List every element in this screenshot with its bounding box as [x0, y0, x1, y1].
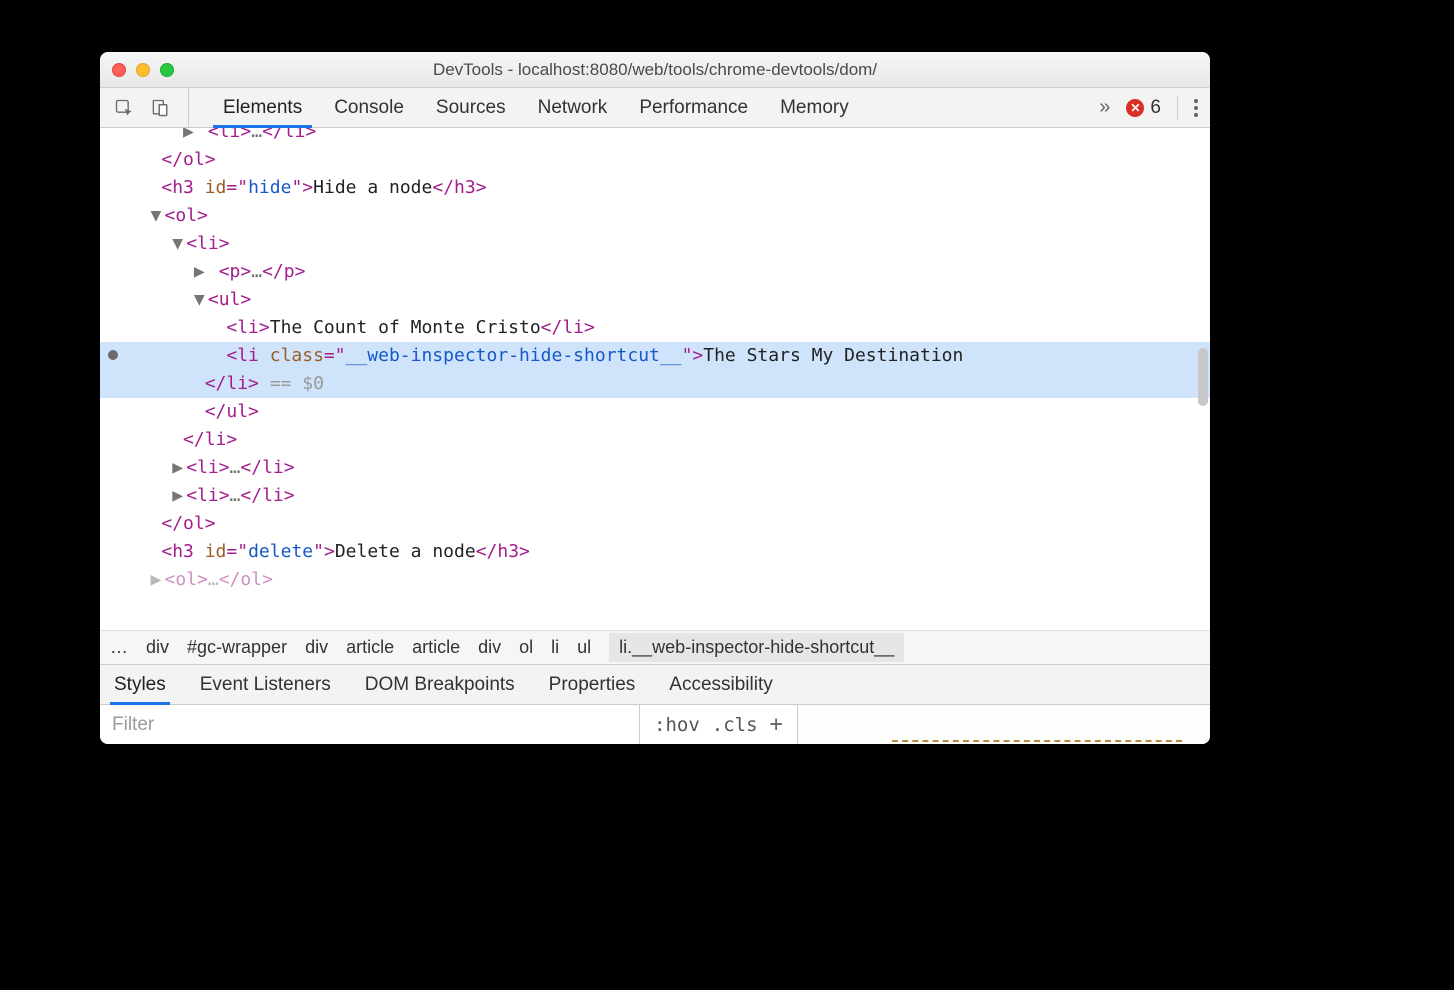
dom-row[interactable]: ▼<ul> [100, 286, 1210, 314]
dom-row[interactable]: <h3 id="delete">Delete a node</h3> [100, 538, 1210, 566]
crumb-ellipsis[interactable]: … [110, 637, 128, 658]
crumb[interactable]: #gc-wrapper [187, 637, 287, 658]
dom-row[interactable]: ▼<li> [100, 230, 1210, 258]
main-toolbar: Elements Console Sources Network Perform… [100, 88, 1210, 128]
crumb[interactable]: ul [577, 637, 591, 658]
tab-accessibility[interactable]: Accessibility [669, 665, 772, 704]
window-title: DevTools - localhost:8080/web/tools/chro… [100, 60, 1210, 80]
tab-properties[interactable]: Properties [549, 665, 636, 704]
divider [1177, 96, 1178, 120]
styles-filter-bar: :hov .cls + [100, 704, 1210, 744]
crumb[interactable]: ol [519, 637, 533, 658]
tab-elements[interactable]: Elements [207, 88, 318, 127]
crumb[interactable]: article [346, 637, 394, 658]
error-count-badge[interactable]: ✕ 6 [1126, 97, 1161, 119]
tab-event-listeners[interactable]: Event Listeners [200, 665, 331, 704]
dom-row[interactable]: ▶ <p>…</p> [100, 258, 1210, 286]
minimize-window-icon[interactable] [136, 63, 150, 77]
dom-row[interactable]: ▶<li>…</li> [100, 454, 1210, 482]
dom-row[interactable]: ▼<ol> [100, 202, 1210, 230]
dom-breadcrumb: … div #gc-wrapper div article article di… [100, 630, 1210, 664]
more-panels-icon[interactable]: » [1099, 96, 1110, 119]
styles-filter-input[interactable] [100, 705, 640, 744]
box-model-area [798, 705, 1210, 744]
error-icon: ✕ [1126, 99, 1144, 117]
tab-sources[interactable]: Sources [420, 88, 522, 127]
titlebar: DevTools - localhost:8080/web/tools/chro… [100, 52, 1210, 88]
selected-node[interactable]: <li class="__web-inspector-hide-shortcut… [100, 342, 1210, 398]
settings-menu-icon[interactable] [1194, 99, 1198, 117]
close-window-icon[interactable] [112, 63, 126, 77]
elements-dom-tree[interactable]: ▶ <li>…</li> </ol> <h3 id="hide">Hide a … [100, 128, 1210, 630]
tab-performance[interactable]: Performance [623, 88, 764, 127]
new-style-rule-icon[interactable]: + [770, 712, 783, 737]
device-toggle-icon[interactable] [150, 98, 170, 118]
hidden-node-indicator-icon [108, 350, 118, 360]
styles-panel-tabs: Styles Event Listeners DOM Breakpoints P… [100, 664, 1210, 704]
dom-row[interactable]: <li>The Count of Monte Cristo</li> [100, 314, 1210, 342]
crumb-selected[interactable]: li.__web-inspector-hide-shortcut__ [609, 633, 904, 662]
crumb[interactable]: article [412, 637, 460, 658]
dom-row[interactable]: </li> [100, 426, 1210, 454]
cls-toggle[interactable]: .cls [712, 714, 758, 736]
devtools-window: DevTools - localhost:8080/web/tools/chro… [100, 52, 1210, 744]
zoom-window-icon[interactable] [160, 63, 174, 77]
scrollbar-thumb[interactable] [1198, 348, 1208, 406]
dom-row[interactable]: </ol> [100, 510, 1210, 538]
margin-box-fragment [892, 740, 1182, 744]
tab-styles[interactable]: Styles [114, 665, 166, 704]
dom-row[interactable]: </ol> [100, 146, 1210, 174]
panel-tabs: Elements Console Sources Network Perform… [207, 88, 865, 127]
tab-network[interactable]: Network [522, 88, 624, 127]
hov-toggle[interactable]: :hov [654, 714, 700, 736]
dom-row[interactable]: <h3 id="hide">Hide a node</h3> [100, 174, 1210, 202]
tab-console[interactable]: Console [318, 88, 420, 127]
crumb[interactable]: div [146, 637, 169, 658]
traffic-lights [112, 63, 174, 77]
dom-row[interactable]: ▶<ol>…</ol> [100, 566, 1210, 594]
tab-memory[interactable]: Memory [764, 88, 865, 127]
dom-row[interactable]: </ul> [100, 398, 1210, 426]
error-count: 6 [1150, 97, 1161, 119]
dom-row[interactable]: ▶ <li>…</li> [100, 128, 1210, 146]
inspect-icon[interactable] [114, 98, 134, 118]
tab-dom-breakpoints[interactable]: DOM Breakpoints [365, 665, 515, 704]
crumb[interactable]: div [305, 637, 328, 658]
crumb[interactable]: li [551, 637, 559, 658]
crumb[interactable]: div [478, 637, 501, 658]
dom-row[interactable]: ▶<li>…</li> [100, 482, 1210, 510]
